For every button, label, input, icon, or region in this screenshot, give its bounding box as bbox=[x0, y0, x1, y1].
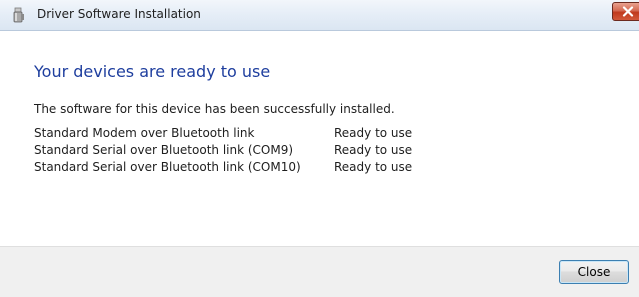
main-heading: Your devices are ready to use bbox=[34, 62, 271, 81]
title-bar[interactable]: Driver Software Installation bbox=[0, 0, 639, 31]
device-status: Ready to use bbox=[334, 160, 413, 174]
device-row: Standard Serial over Bluetooth link (COM… bbox=[34, 143, 634, 159]
device-status: Ready to use bbox=[334, 143, 413, 157]
close-icon bbox=[622, 6, 634, 17]
device-row: Standard Modem over Bluetooth link Ready… bbox=[34, 126, 634, 142]
device-name: Standard Modem over Bluetooth link bbox=[34, 126, 255, 140]
driver-installation-window: Driver Software Installation Your device… bbox=[0, 0, 639, 297]
window-title: Driver Software Installation bbox=[37, 7, 201, 21]
success-message: The software for this device has been su… bbox=[34, 102, 395, 116]
content-area: Your devices are ready to use The softwa… bbox=[0, 31, 639, 246]
device-row: Standard Serial over Bluetooth link (COM… bbox=[34, 160, 634, 176]
device-name: Standard Serial over Bluetooth link (COM… bbox=[34, 143, 294, 157]
close-button[interactable]: Close bbox=[559, 260, 629, 284]
button-footer: Close bbox=[0, 246, 639, 297]
title-close-button[interactable] bbox=[612, 2, 639, 21]
usb-drive-icon bbox=[11, 7, 27, 23]
device-status: Ready to use bbox=[334, 126, 413, 140]
device-name: Standard Serial over Bluetooth link (COM… bbox=[34, 160, 301, 174]
